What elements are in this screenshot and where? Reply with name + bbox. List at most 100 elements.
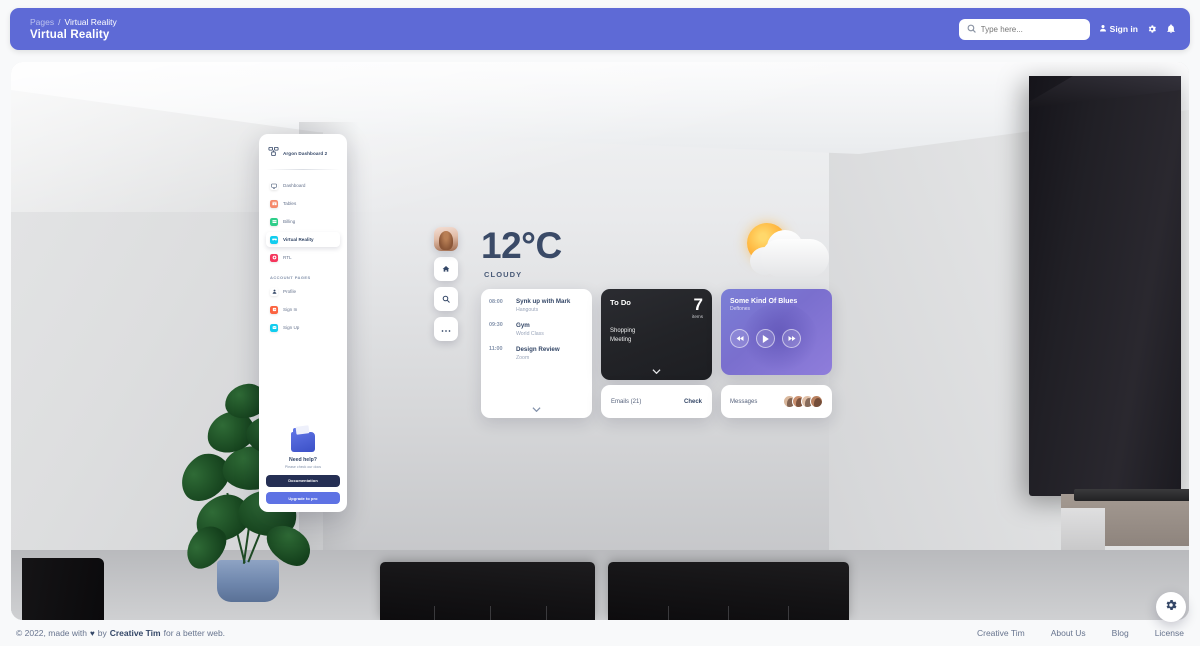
footer-links: Creative Tim About Us Blog License (977, 628, 1184, 638)
forward-icon (788, 336, 795, 341)
sidebar-brand[interactable]: Argon Dashboard 2 (266, 143, 340, 169)
user-icon (1099, 24, 1107, 34)
event-time: 09:30 (489, 322, 503, 329)
event-title: Design Review (516, 345, 560, 353)
footer-link-creative-tim[interactable]: Creative Tim (977, 628, 1025, 638)
sign-in-button[interactable]: Sign in (1099, 24, 1138, 34)
sidebar-item-billing[interactable]: Billing (266, 214, 340, 229)
cloud-shape-main (761, 239, 829, 277)
messages-card: Messages (721, 385, 832, 418)
help-subtitle: Please check our docs (284, 465, 322, 470)
home-icon (442, 260, 450, 278)
event-subtitle: Zoom (516, 354, 530, 361)
gear-icon[interactable] (1147, 24, 1157, 34)
search-box[interactable] (958, 18, 1090, 40)
sidebar-item-label: Profile (283, 289, 297, 294)
emails-card: Emails (21) Check (601, 385, 712, 418)
breadcrumb-root[interactable]: Pages (30, 17, 54, 27)
black-cabinet (1029, 76, 1181, 496)
footer-link-license[interactable]: License (1155, 628, 1184, 638)
emails-check-link[interactable]: Check (684, 399, 702, 405)
page-title: Virtual Reality (30, 29, 110, 41)
documents-folder-icon (291, 428, 315, 453)
music-card: Some Kind Of Blues Deftones (721, 289, 832, 375)
todo-expand-button[interactable] (601, 369, 712, 374)
event-subtitle: World Class (516, 331, 544, 337)
sofa-right (608, 562, 849, 620)
weather-condition: CLOUDY (484, 270, 523, 279)
event-title: Synk up with Mark (516, 298, 571, 305)
messages-avatar-group[interactable] (783, 395, 823, 408)
cabinet-base-dark-strip (1074, 489, 1189, 501)
sidebar-item-dashboard[interactable]: Dashboard (266, 178, 340, 193)
emails-label: Emails (21) (611, 398, 642, 405)
sidebar-help-card: Need help? Please check our docs Documen… (266, 428, 340, 504)
search-icon (967, 20, 976, 38)
ellipsis-icon (441, 320, 451, 338)
vr-stage: Argon Dashboard 2 Dashboard Tables Billi… (11, 62, 1189, 620)
play-icon (762, 334, 769, 343)
event-subtitle: Hangouts (516, 307, 539, 314)
todo-header: To Do 7 items (610, 295, 703, 320)
sidebar-item-tables[interactable]: Tables (266, 196, 340, 211)
sidebar-section-label: ACCOUNT PAGES (270, 275, 311, 280)
sidebar-divider (266, 169, 340, 170)
event-title: Gym (516, 321, 530, 329)
footer-link-blog[interactable]: Blog (1112, 628, 1129, 638)
signup-icon (270, 323, 278, 332)
user-avatar[interactable] (434, 227, 458, 251)
music-artist: Deftones (730, 306, 751, 312)
rtl-icon (270, 253, 278, 262)
chevron-down-icon (652, 369, 661, 374)
footer-link-about-us[interactable]: About Us (1051, 628, 1086, 638)
gear-icon (1164, 598, 1178, 617)
search-button[interactable] (434, 287, 458, 311)
footer-copyright-prefix: © 2022, made with (16, 628, 87, 638)
search-input[interactable] (980, 24, 1082, 34)
sidebar-item-label: Sign In (283, 307, 298, 312)
todo-item: Shopping (610, 328, 636, 335)
todo-count: 7 (693, 295, 703, 314)
sun-behind-cloud-icon (737, 221, 833, 279)
sidebar-item-sign-in[interactable]: Sign In (266, 302, 340, 317)
more-options-button[interactable] (434, 317, 458, 341)
sidebar-item-rtl[interactable]: RTL (266, 250, 340, 265)
schedule-expand-button[interactable] (481, 407, 592, 412)
sidebar-item-label: Virtual Reality (283, 237, 314, 242)
footer-brand-link[interactable]: Creative Tim (110, 628, 161, 638)
bell-icon[interactable] (1166, 24, 1176, 34)
sign-in-label: Sign in (1109, 24, 1138, 34)
room-ceiling-light (11, 62, 1189, 212)
help-title: Need help? (289, 457, 317, 464)
avatar[interactable] (810, 395, 823, 408)
event-time: 08:00 (489, 298, 503, 305)
rewind-button[interactable] (730, 329, 749, 348)
play-button[interactable] (756, 329, 775, 348)
top-navbar: Pages / Virtual Reality Virtual Reality … (10, 8, 1190, 50)
navbar-left: Pages / Virtual Reality Virtual Reality (30, 17, 117, 41)
settings-fab-button[interactable] (1156, 592, 1186, 622)
todo-count-label: items (692, 314, 703, 320)
navbar-right: Sign in (958, 18, 1176, 40)
breadcrumb-separator: / (58, 17, 61, 27)
footer: © 2022, made with ♥ by Creative Tim for … (0, 620, 1200, 646)
breadcrumb-current: Virtual Reality (64, 17, 117, 27)
vr-icon (270, 235, 278, 244)
person-icon (270, 287, 278, 296)
forward-button[interactable] (782, 329, 801, 348)
signin-icon (270, 305, 278, 314)
home-button[interactable] (434, 257, 458, 281)
sidebar-item-profile[interactable]: Profile (266, 284, 340, 299)
table-icon (270, 199, 278, 208)
documentation-button[interactable]: Documentation (266, 474, 340, 487)
sidebar-item-virtual-reality[interactable]: Virtual Reality (266, 232, 340, 247)
sidebar-item-label: Dashboard (283, 183, 306, 188)
upgrade-to-pro-button[interactable]: Upgrade to pro (266, 492, 340, 504)
schedule-card: 08:00 Synk up with Mark Hangouts 09:30 G… (481, 289, 592, 418)
rewind-icon (736, 336, 743, 341)
sidebar-item-label: Sign Up (283, 325, 300, 330)
cabinet-base-light-block (1061, 508, 1105, 550)
sidebar-item-sign-up[interactable]: Sign Up (266, 320, 340, 335)
sidebar-item-label: Tables (283, 201, 297, 206)
event-time: 11:00 (489, 346, 503, 352)
